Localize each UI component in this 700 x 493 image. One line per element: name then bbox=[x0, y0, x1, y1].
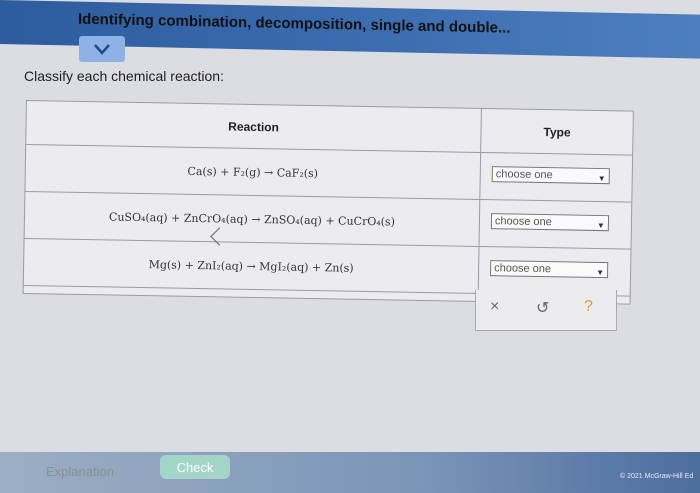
explanation-button[interactable]: Explanation bbox=[46, 464, 136, 479]
chevron-down-icon bbox=[94, 44, 110, 55]
check-button[interactable]: Check bbox=[160, 455, 230, 479]
select-value: choose one bbox=[494, 262, 552, 276]
select-value: choose one bbox=[494, 215, 552, 229]
header-reaction: Reaction bbox=[26, 101, 482, 153]
question-prompt: Classify each chemical reaction: bbox=[24, 68, 224, 84]
chevron-down-icon: ▼ bbox=[596, 220, 605, 231]
reaction-equation: Mg(s) + ZnI₂(aq) → MgI₂(aq) + Zn(s) bbox=[23, 238, 480, 293]
select-value: choose one bbox=[495, 168, 553, 182]
type-select[interactable]: choose one ▼ bbox=[490, 213, 610, 232]
chevron-down-icon: ▼ bbox=[597, 173, 606, 184]
chevron-down-icon: ▼ bbox=[596, 267, 605, 278]
type-select[interactable]: choose one ▼ bbox=[489, 260, 609, 279]
help-icon[interactable]: ? bbox=[584, 298, 593, 316]
clear-icon[interactable]: × bbox=[490, 298, 499, 316]
assignment-title: Identifying combination, decomposition, … bbox=[78, 10, 511, 37]
reaction-table: Reaction Type Ca(s) + F₂(g) → CaF₂(s) ch… bbox=[22, 100, 634, 305]
header-type: Type bbox=[481, 108, 633, 156]
expand-button[interactable] bbox=[79, 36, 125, 62]
reaction-equation: CuSO₄(aq) + ZnCrO₄(aq) → ZnSO₄(aq) + CuC… bbox=[24, 192, 481, 246]
copyright-text: © 2021 McGraw-Hill Ed bbox=[620, 473, 694, 480]
table-row: Mg(s) + ZnI₂(aq) → MgI₂(aq) + Zn(s) choo… bbox=[23, 238, 631, 297]
undo-icon[interactable]: ↺ bbox=[536, 298, 549, 318]
type-select[interactable]: choose one ▼ bbox=[491, 166, 610, 185]
answer-actions: × ↺ ? bbox=[475, 290, 617, 331]
reaction-equation: Ca(s) + F₂(g) → CaF₂(s) bbox=[25, 145, 482, 199]
